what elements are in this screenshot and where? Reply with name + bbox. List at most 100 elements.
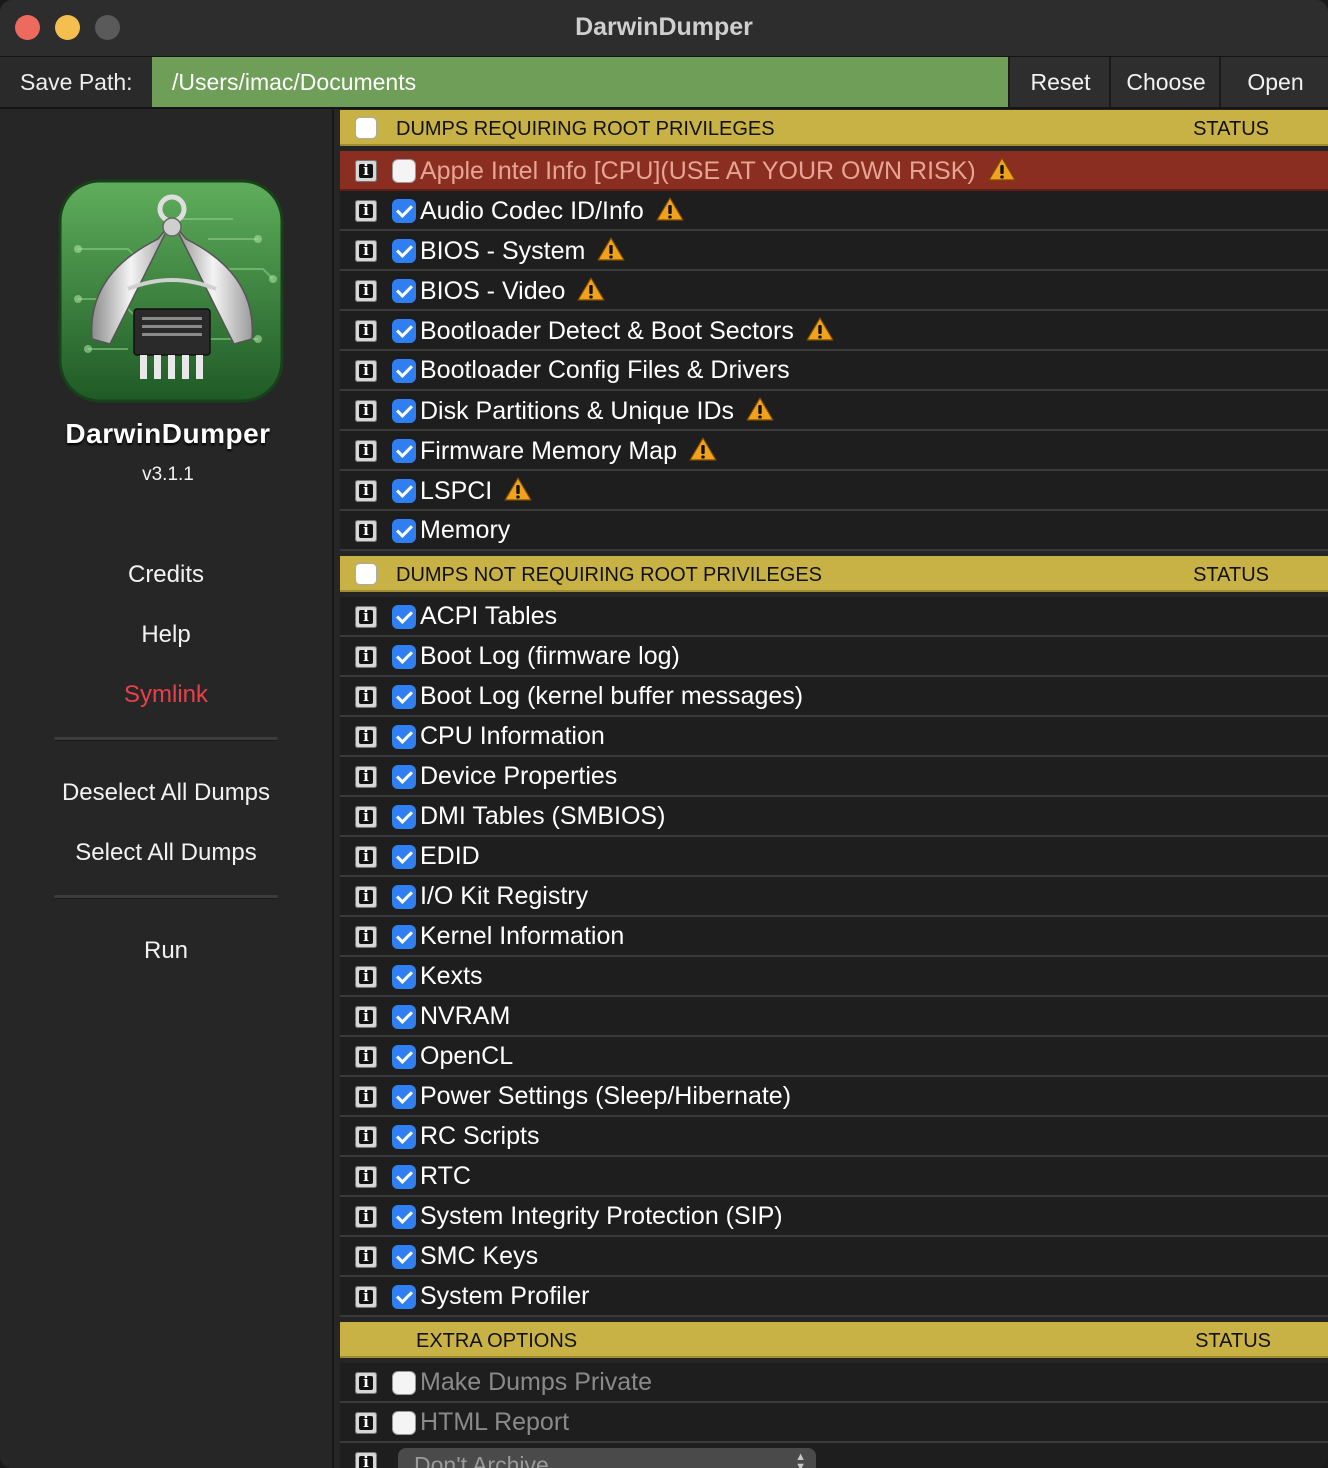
dump-checkbox[interactable]: [392, 765, 416, 789]
dump-checkbox[interactable]: [392, 1125, 416, 1149]
dump-checkbox[interactable]: [392, 359, 416, 383]
dump-row[interactable]: Device Properties: [340, 757, 1328, 797]
dump-row[interactable]: Firmware Memory Map: [340, 431, 1328, 471]
archive-select[interactable]: Don't Archive ▲ ▼: [398, 1448, 816, 1468]
open-button[interactable]: Open: [1219, 57, 1328, 107]
dump-row[interactable]: Boot Log (kernel buffer messages): [340, 677, 1328, 717]
info-icon[interactable]: [355, 1086, 377, 1108]
dump-row[interactable]: RTC: [340, 1157, 1328, 1197]
dump-row[interactable]: Kernel Information: [340, 917, 1328, 957]
info-icon[interactable]: [355, 1166, 377, 1188]
info-icon[interactable]: [355, 726, 377, 748]
dump-checkbox[interactable]: [392, 605, 416, 629]
dump-checkbox[interactable]: [392, 1045, 416, 1069]
dump-checkbox[interactable]: [392, 965, 416, 989]
dump-checkbox[interactable]: [392, 199, 416, 223]
dump-row[interactable]: Bootloader Detect & Boot Sectors: [340, 311, 1328, 351]
info-icon[interactable]: [355, 966, 377, 988]
info-icon[interactable]: [355, 1246, 377, 1268]
info-icon[interactable]: [355, 1006, 377, 1028]
dump-row[interactable]: LSPCI: [340, 471, 1328, 511]
dump-checkbox[interactable]: [392, 279, 416, 303]
run-button[interactable]: Run: [0, 937, 332, 965]
dump-row[interactable]: EDID: [340, 837, 1328, 877]
info-icon[interactable]: [355, 200, 377, 222]
dump-row[interactable]: Make Dumps Private: [340, 1363, 1328, 1403]
save-path-field[interactable]: /Users/imac/Documents: [152, 57, 1008, 107]
info-icon[interactable]: [355, 400, 377, 422]
dump-checkbox[interactable]: [392, 885, 416, 909]
info-icon[interactable]: [355, 320, 377, 342]
dump-checkbox[interactable]: [392, 1285, 416, 1309]
info-icon[interactable]: [355, 240, 377, 262]
select-all-dumps-button[interactable]: Select All Dumps: [0, 839, 332, 867]
dump-row[interactable]: BIOS - System: [340, 231, 1328, 271]
dump-checkbox[interactable]: [392, 685, 416, 709]
dump-checkbox[interactable]: [392, 925, 416, 949]
info-icon[interactable]: [355, 1126, 377, 1148]
dump-checkbox[interactable]: [392, 239, 416, 263]
info-icon[interactable]: [355, 360, 377, 382]
choose-button[interactable]: Choose: [1109, 57, 1221, 107]
info-icon[interactable]: [355, 806, 377, 828]
info-icon[interactable]: [355, 1206, 377, 1228]
dump-checkbox[interactable]: [392, 845, 416, 869]
dump-row[interactable]: Audio Codec ID/Info: [340, 191, 1328, 231]
info-icon[interactable]: [355, 926, 377, 948]
info-icon[interactable]: [355, 480, 377, 502]
dump-row[interactable]: ACPI Tables: [340, 597, 1328, 637]
dump-row[interactable]: Disk Partitions & Unique IDs: [340, 391, 1328, 431]
dump-checkbox[interactable]: [392, 319, 416, 343]
dump-row[interactable]: Power Settings (Sleep/Hibernate): [340, 1077, 1328, 1117]
dump-checkbox[interactable]: [392, 645, 416, 669]
dump-checkbox[interactable]: [392, 159, 416, 183]
credits-link[interactable]: Credits: [0, 561, 332, 589]
dump-row[interactable]: System Integrity Protection (SIP): [340, 1197, 1328, 1237]
dump-row[interactable]: NVRAM: [340, 997, 1328, 1037]
info-icon[interactable]: [355, 606, 377, 628]
dump-row[interactable]: Apple Intel Info [CPU](USE AT YOUR OWN R…: [340, 151, 1328, 191]
dump-row[interactable]: System Profiler: [340, 1277, 1328, 1317]
dump-checkbox[interactable]: [392, 439, 416, 463]
dump-row[interactable]: Bootloader Config Files & Drivers: [340, 351, 1328, 391]
help-link[interactable]: Help: [0, 621, 332, 649]
dump-checkbox[interactable]: [392, 479, 416, 503]
info-icon[interactable]: [355, 766, 377, 788]
info-icon[interactable]: [355, 1372, 377, 1394]
info-icon[interactable]: [355, 646, 377, 668]
info-icon[interactable]: [355, 440, 377, 462]
info-icon[interactable]: [355, 1412, 377, 1434]
dump-row[interactable]: DMI Tables (SMBIOS): [340, 797, 1328, 837]
dump-row[interactable]: Memory: [340, 511, 1328, 551]
info-icon[interactable]: [355, 1046, 377, 1068]
info-icon[interactable]: [355, 846, 377, 868]
section-nonroot-select-checkbox[interactable]: [355, 563, 377, 585]
dump-row[interactable]: Kexts: [340, 957, 1328, 997]
info-icon[interactable]: [355, 686, 377, 708]
deselect-all-dumps-button[interactable]: Deselect All Dumps: [0, 779, 332, 807]
dump-row[interactable]: Boot Log (firmware log): [340, 637, 1328, 677]
dump-row[interactable]: I/O Kit Registry: [340, 877, 1328, 917]
dump-row[interactable]: BIOS - Video: [340, 271, 1328, 311]
dump-row[interactable]: SMC Keys: [340, 1237, 1328, 1277]
dump-checkbox[interactable]: [392, 1245, 416, 1269]
dump-row[interactable]: RC Scripts: [340, 1117, 1328, 1157]
dump-row[interactable]: OpenCL: [340, 1037, 1328, 1077]
dump-checkbox[interactable]: [392, 1165, 416, 1189]
dump-checkbox[interactable]: [392, 1085, 416, 1109]
dump-checkbox[interactable]: [392, 805, 416, 829]
dump-checkbox[interactable]: [392, 1371, 416, 1395]
dump-checkbox[interactable]: [392, 399, 416, 423]
info-icon[interactable]: [355, 520, 377, 542]
dump-checkbox[interactable]: [392, 519, 416, 543]
info-icon[interactable]: [355, 1452, 377, 1468]
dump-checkbox[interactable]: [392, 725, 416, 749]
dump-checkbox[interactable]: [392, 1005, 416, 1029]
info-icon[interactable]: [355, 1286, 377, 1308]
reset-button[interactable]: Reset: [1008, 57, 1111, 107]
dump-row[interactable]: HTML Report: [340, 1403, 1328, 1443]
dump-row[interactable]: CPU Information: [340, 717, 1328, 757]
symlink-link[interactable]: Symlink: [0, 681, 332, 709]
info-icon[interactable]: [355, 160, 377, 182]
section-root-select-checkbox[interactable]: [355, 117, 377, 139]
